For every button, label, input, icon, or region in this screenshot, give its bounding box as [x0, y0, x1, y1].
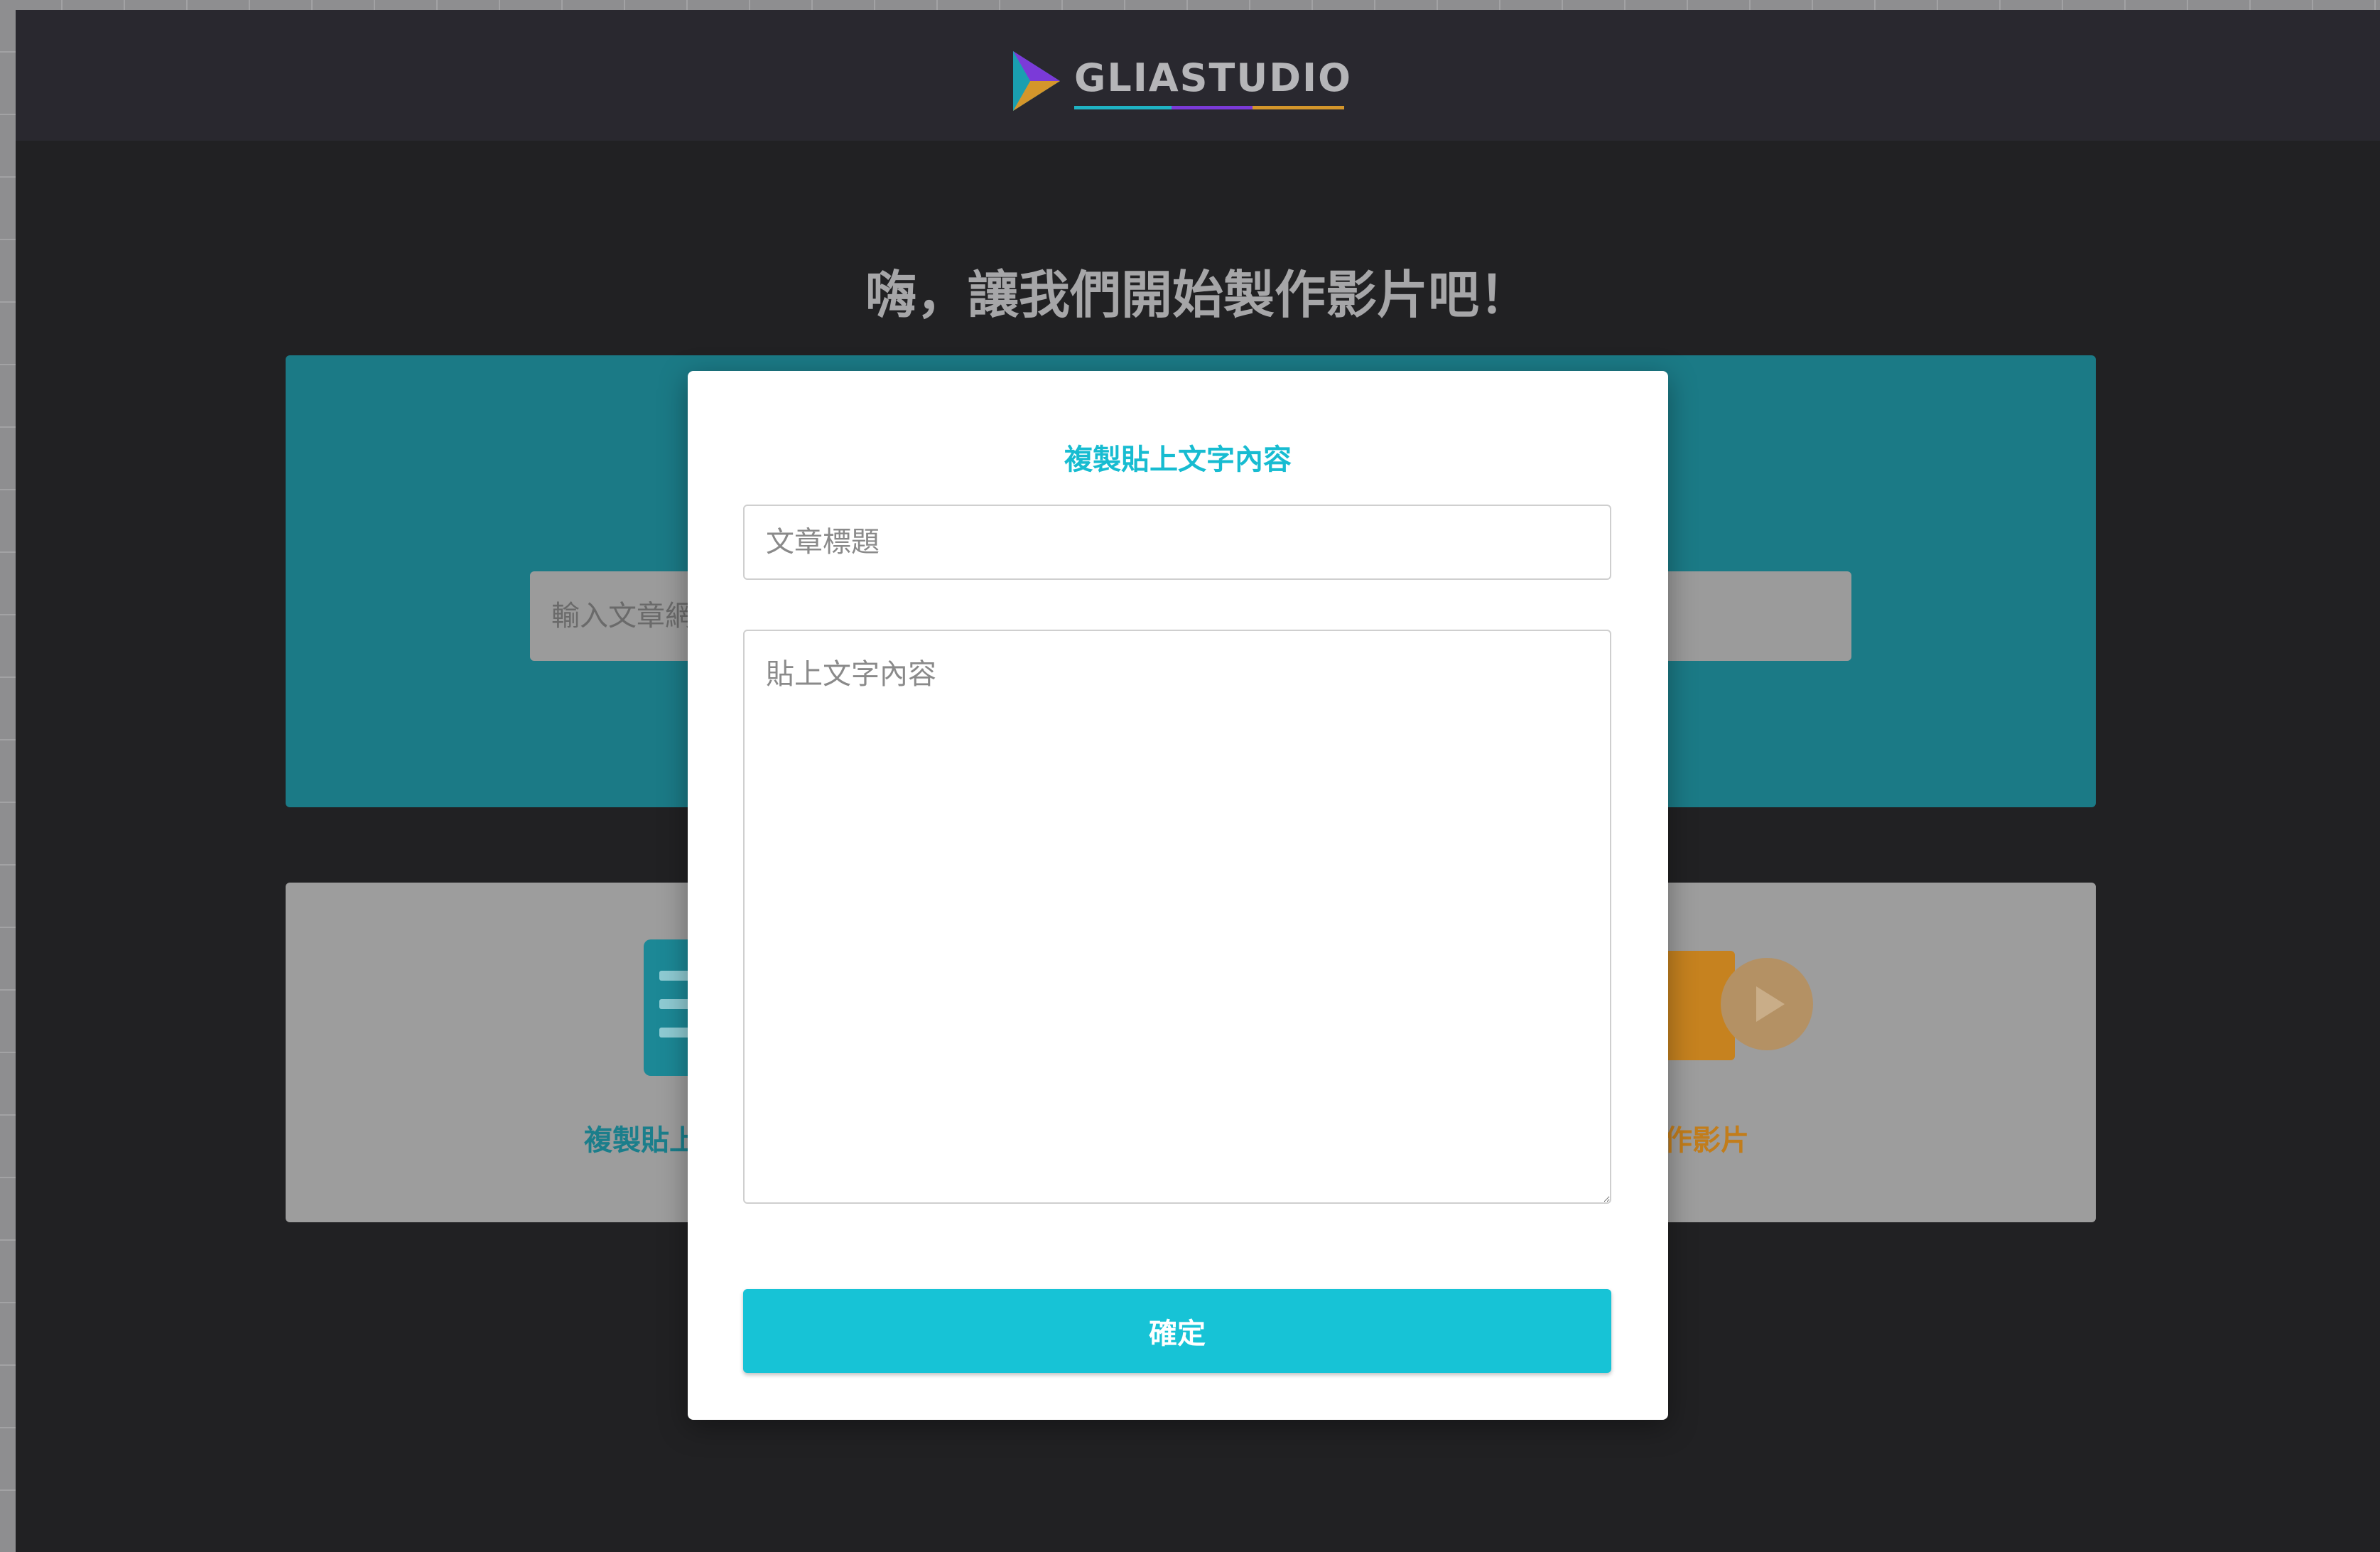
- paste-text-modal: 複製貼上文字內容 確定: [688, 371, 1668, 1420]
- window-frame-top: [0, 0, 2380, 10]
- modal-title: 複製貼上文字內容: [1064, 443, 1292, 476]
- app-root: GLIASTUDIO 嗨，讓我們開始製作影片吧！ 複製貼上文字內容 開始製作影片…: [16, 10, 2380, 1552]
- article-body-textarea[interactable]: [743, 630, 1611, 1204]
- confirm-button[interactable]: 確定: [743, 1289, 1611, 1373]
- window-frame-left: [0, 0, 16, 1552]
- article-title-input[interactable]: [743, 505, 1611, 580]
